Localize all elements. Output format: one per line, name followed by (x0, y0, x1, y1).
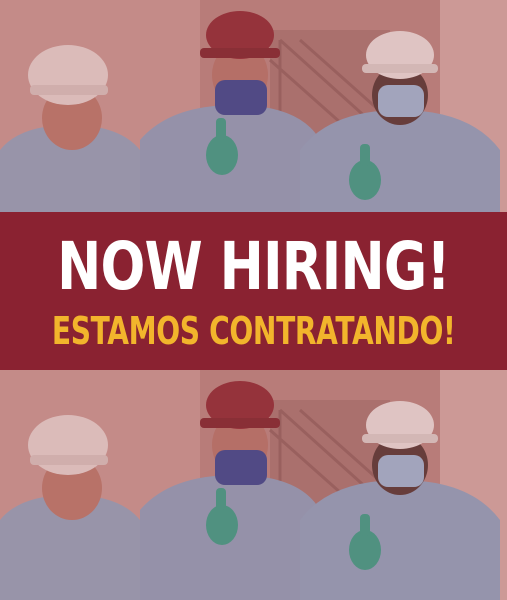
subline-text: ESTAMOS CONTRATANDO! (51, 309, 456, 353)
hiring-banner: NOW HIRING! ESTAMOS CONTRATANDO! (0, 212, 507, 370)
hiring-poster: NOW HIRING! ESTAMOS CONTRATANDO! (0, 0, 507, 600)
headline-text: NOW HIRING! (57, 228, 450, 305)
workers-photo-top (0, 0, 507, 212)
workers-photo-illustration-repeat (0, 370, 507, 600)
workers-photo-bottom (0, 370, 507, 600)
workers-photo-illustration (0, 0, 507, 212)
